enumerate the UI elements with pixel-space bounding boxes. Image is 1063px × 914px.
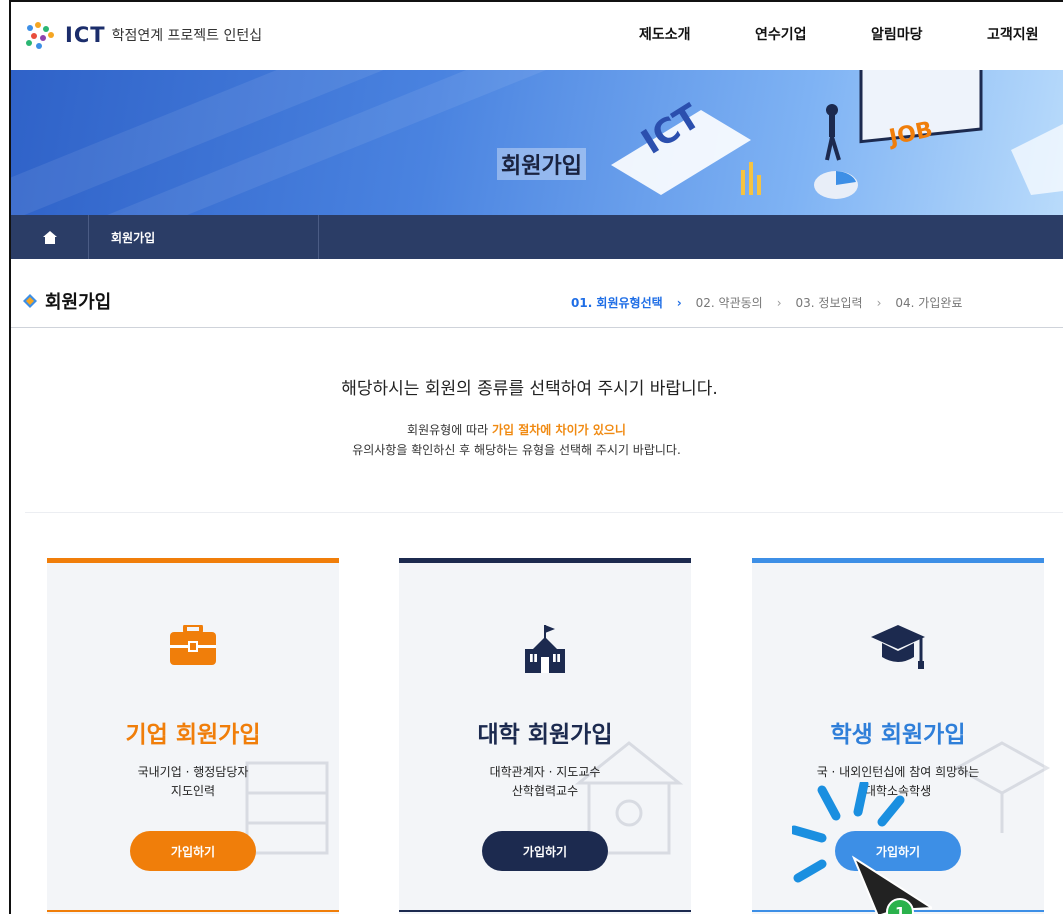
card-desc-line1: 대학관계자 · 지도교수	[489, 765, 601, 779]
site-logo[interactable]: ICT 학점연계 프로젝트 인턴십	[23, 20, 262, 50]
card-desc-line2: 지도인력	[170, 784, 216, 798]
page-header: 회원가입 01. 회원유형선택 › 02. 약관동의 › 03. 정보입력 › …	[11, 272, 1063, 328]
site-header: ICT 학점연계 프로젝트 인턴십 제도소개 연수기업 알림마당 고객지원	[11, 2, 1063, 70]
banner-illustration: ICT JOB	[611, 70, 1063, 199]
intro-sub-prefix: 회원유형에 따라	[407, 423, 492, 437]
card-bottom-line	[399, 910, 691, 912]
card-description: 대학관계자 · 지도교수 산학협력교수	[399, 763, 691, 801]
card-business: 기업 회원가입 국내기업 · 행정담당자 지도인력 가입하기	[47, 558, 339, 914]
page-title: 회원가입	[45, 292, 112, 313]
card-description: 국내기업 · 행정담당자 지도인력	[47, 763, 339, 801]
card-student: 학생 회원가입 국 · 내외인턴십에 참여 희망하는 대학소속학생 가입하기	[752, 558, 1051, 914]
nav-item-intro[interactable]: 제도소개	[639, 24, 755, 44]
briefcase-icon	[170, 625, 216, 665]
join-university-button[interactable]: 가입하기	[482, 831, 608, 871]
logo-mark-icon	[23, 20, 59, 50]
step-3: 03. 정보입력	[795, 296, 863, 310]
graduation-cap-icon	[871, 625, 925, 669]
card-title: 대학 회원가입	[477, 722, 613, 748]
intro-sub-line2: 유의사항을 확인하신 후 해당하는 유형을 선택해 주시기 바랍니다.	[352, 443, 681, 457]
step-2: 02. 약관동의	[695, 296, 763, 310]
nav-item-notice[interactable]: 알림마당	[871, 24, 987, 44]
step-separator-icon: ›	[776, 295, 782, 310]
page-title-wrap: 회원가입	[23, 288, 111, 314]
hero-banner: ICT JOB 회원가입	[11, 70, 1063, 215]
join-student-button[interactable]: 가입하기	[835, 831, 961, 871]
nav-item-support[interactable]: 고객지원	[987, 24, 1063, 44]
join-business-button[interactable]: 가입하기	[130, 831, 256, 871]
home-icon	[42, 230, 57, 244]
signup-steps: 01. 회원유형선택 › 02. 약관동의 › 03. 정보입력 › 04. 가…	[571, 294, 976, 311]
diamond-bullet-icon	[23, 294, 37, 308]
intro-sub: 회원유형에 따라 가입 절차에 차이가 있으니 유의사항을 확인하신 후 해당하…	[11, 420, 1048, 460]
main-nav: 제도소개 연수기업 알림마당 고객지원	[639, 24, 1063, 44]
breadcrumb: 회원가입	[11, 215, 1063, 259]
divider	[25, 512, 1063, 513]
card-desc-line1: 국내기업 · 행정담당자	[137, 765, 249, 779]
intro-sub-highlight: 가입 절차에 차이가 있으니	[491, 423, 626, 437]
card-desc-line1: 국 · 내외인턴십에 참여 희망하는	[816, 765, 980, 779]
step-separator-icon: ›	[676, 295, 682, 310]
card-university: 대학 회원가입 대학관계자 · 지도교수 산학협력교수 가입하기	[399, 558, 691, 914]
home-button[interactable]	[11, 215, 89, 259]
card-title: 학생 회원가입	[830, 722, 966, 748]
card-bottom-line	[47, 910, 339, 912]
card-title: 기업 회원가입	[125, 722, 261, 748]
banner-title: 회원가입	[497, 148, 586, 180]
card-description: 국 · 내외인턴십에 참여 희망하는 대학소속학생	[752, 763, 1044, 801]
step-1: 01. 회원유형선택	[571, 296, 663, 310]
step-separator-icon: ›	[876, 295, 882, 310]
intro-text: 해당하시는 회원의 종류를 선택하여 주시기 바랍니다. 회원유형에 따라 가입…	[11, 374, 1063, 457]
breadcrumb-current[interactable]: 회원가입	[89, 215, 319, 259]
intro-main: 해당하시는 회원의 종류를 선택하여 주시기 바랍니다.	[341, 379, 718, 399]
nav-item-companies[interactable]: 연수기업	[755, 24, 871, 44]
browser-frame: ICT 학점연계 프로젝트 인턴십 제도소개 연수기업 알림마당 고객지원 IC…	[9, 0, 1063, 914]
card-desc-line2: 대학소속학생	[864, 784, 932, 798]
school-icon	[525, 625, 565, 673]
logo-subtitle: 학점연계 프로젝트 인턴십	[111, 28, 263, 44]
card-bottom-line	[752, 910, 1044, 912]
card-desc-line2: 산학협력교수	[511, 784, 579, 798]
step-4: 04. 가입완료	[895, 296, 963, 310]
logo-ict-text: ICT	[65, 23, 106, 47]
